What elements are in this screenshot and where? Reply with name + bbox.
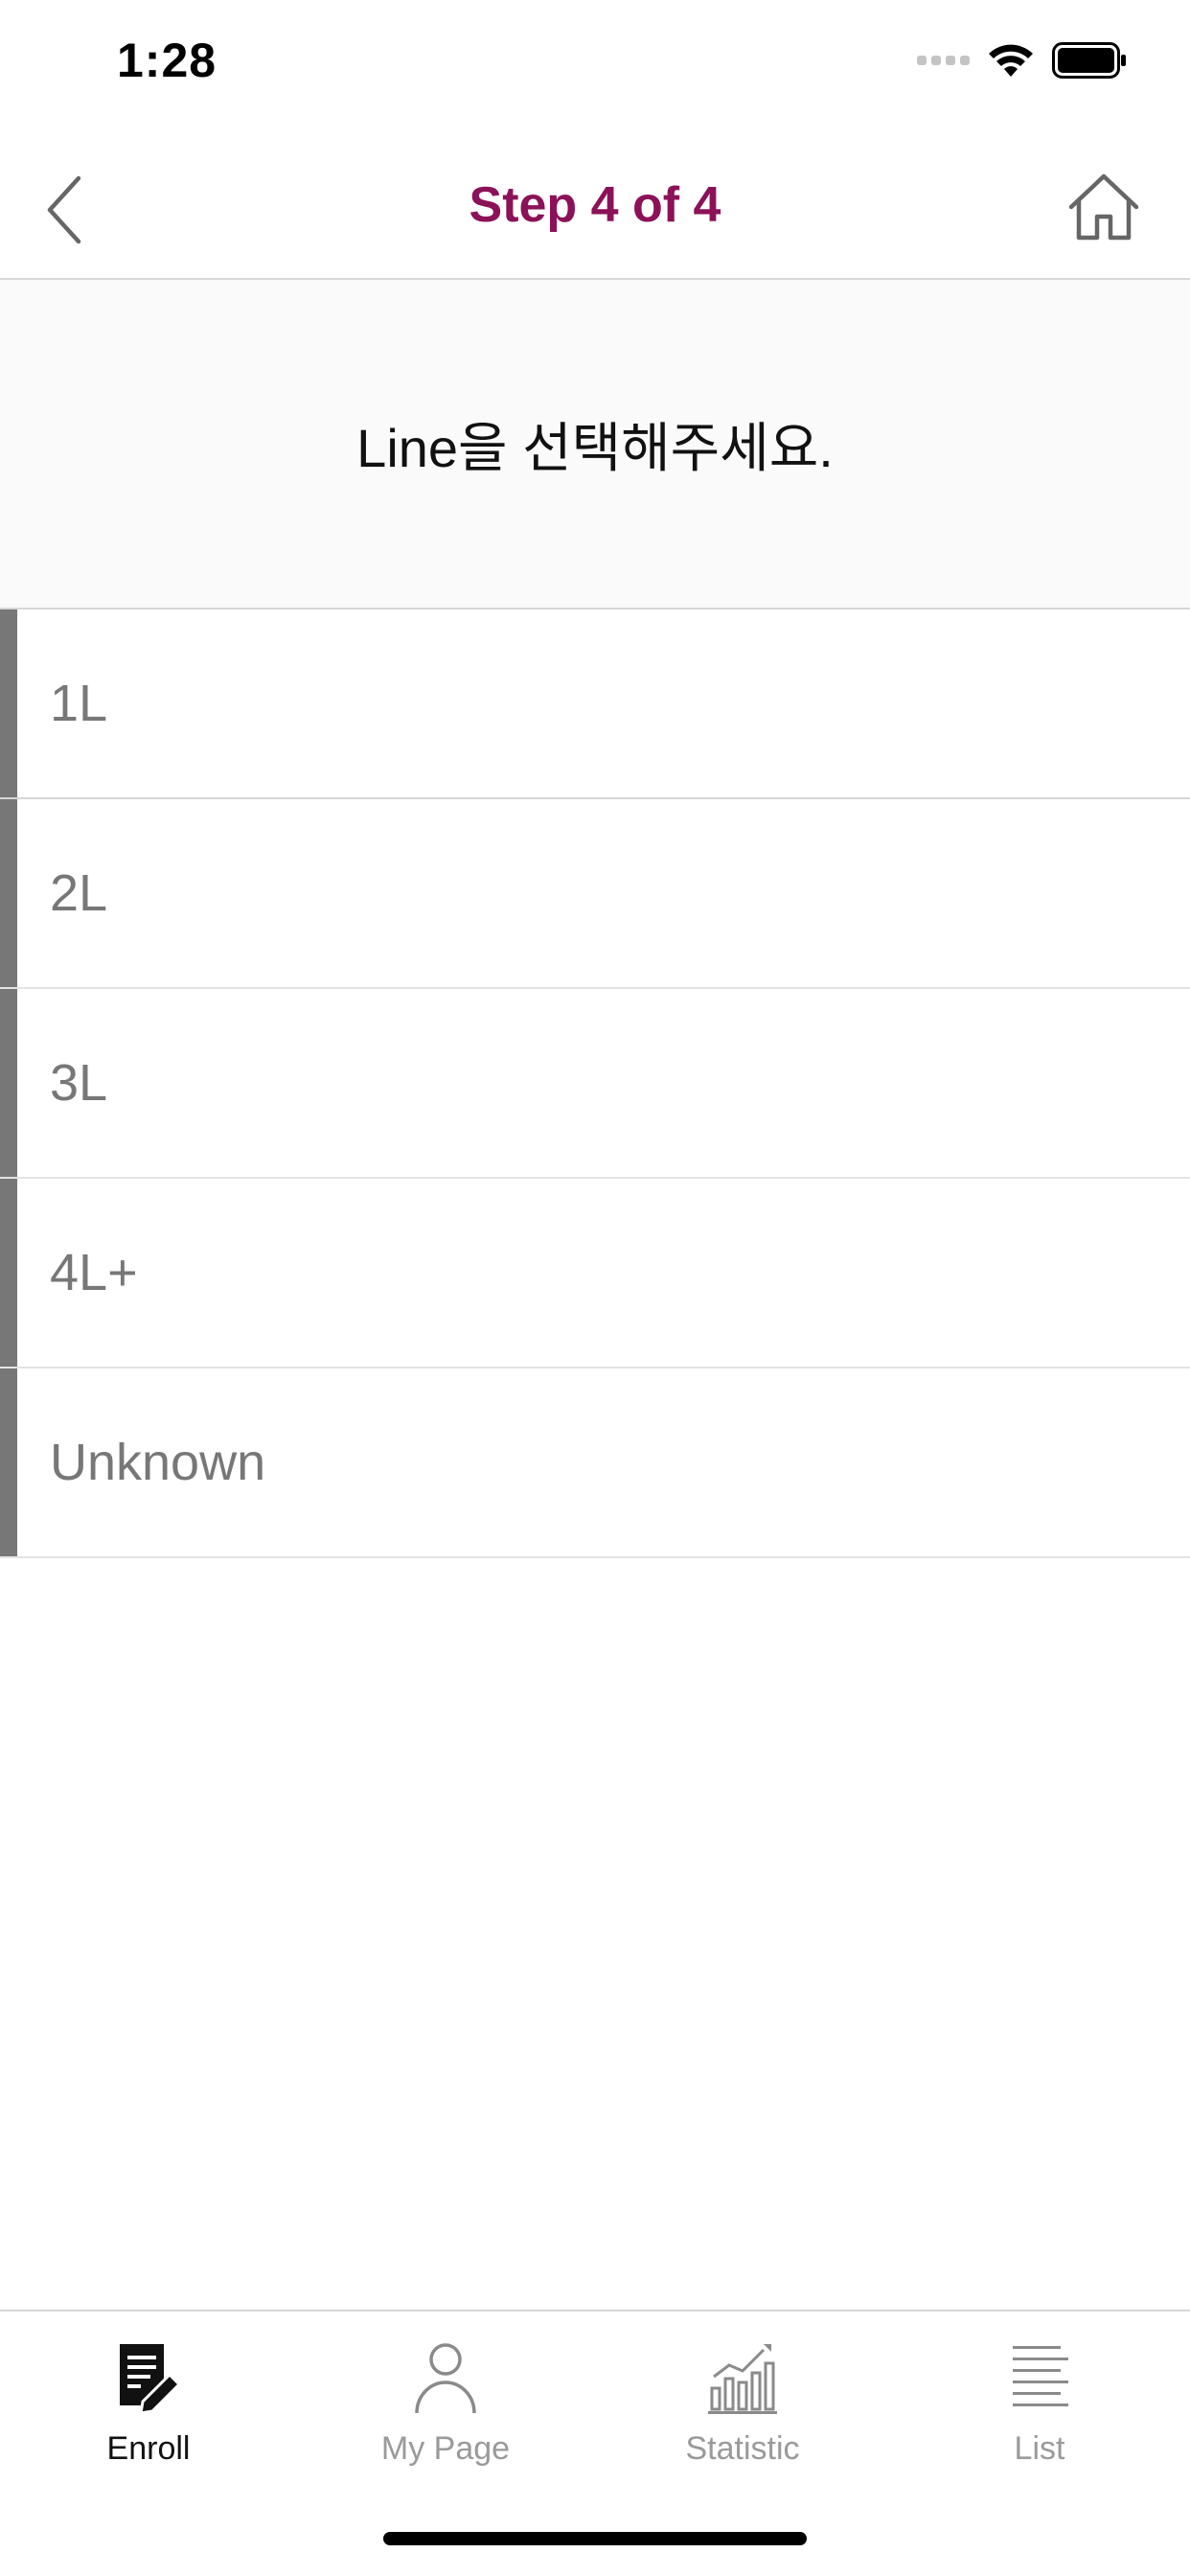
status-bar: 1:28 bbox=[0, 0, 1190, 126]
option-indicator-bar bbox=[0, 989, 17, 1177]
tab-list[interactable]: List bbox=[891, 2329, 1188, 2492]
page-title: Step 4 of 4 bbox=[469, 177, 721, 233]
prompt-area: Line을 선택해주세요. bbox=[0, 280, 1190, 610]
home-icon bbox=[1068, 173, 1139, 241]
option-2l[interactable]: 2L bbox=[0, 799, 1190, 989]
option-indicator-bar bbox=[0, 610, 17, 797]
option-indicator-bar bbox=[0, 1368, 17, 1556]
wifi-icon bbox=[987, 42, 1035, 79]
list-icon bbox=[1013, 2346, 1068, 2406]
person-icon bbox=[415, 2343, 476, 2414]
status-icons bbox=[917, 42, 1127, 79]
chart-icon bbox=[708, 2344, 777, 2414]
option-unknown[interactable]: Unknown bbox=[0, 1368, 1190, 1558]
tab-label: Statistic bbox=[685, 2430, 800, 2467]
line-options-list: 1L 2L 3L 4L+ Unknown bbox=[0, 610, 1190, 1558]
signal-icon bbox=[917, 56, 970, 65]
option-label: 2L bbox=[50, 864, 108, 922]
status-time: 1:28 bbox=[117, 34, 217, 87]
home-button[interactable] bbox=[1065, 169, 1142, 245]
tab-enroll[interactable]: Enroll bbox=[0, 2329, 297, 2492]
option-indicator-bar bbox=[0, 799, 17, 987]
nav-bar: Step 4 of 4 bbox=[0, 134, 1190, 280]
tab-statistic[interactable]: Statistic bbox=[594, 2329, 891, 2492]
option-label: Unknown bbox=[50, 1434, 266, 1491]
option-indicator-bar bbox=[0, 1179, 17, 1367]
option-1l[interactable]: 1L bbox=[0, 610, 1190, 799]
tab-label: My Page bbox=[380, 2430, 511, 2467]
home-indicator bbox=[383, 2532, 807, 2545]
enroll-icon bbox=[120, 2344, 182, 2415]
battery-icon bbox=[1052, 42, 1127, 79]
option-4l-plus[interactable]: 4L+ bbox=[0, 1179, 1190, 1368]
option-label: 3L bbox=[50, 1054, 108, 1112]
option-label: 1L bbox=[50, 675, 108, 732]
prompt-text: Line을 선택해주세요. bbox=[356, 417, 834, 478]
option-3l[interactable]: 3L bbox=[0, 989, 1190, 1179]
tab-label: List bbox=[1014, 2430, 1065, 2467]
tab-my-page[interactable]: My Page bbox=[297, 2329, 594, 2492]
tab-label: Enroll bbox=[106, 2430, 191, 2467]
option-label: 4L+ bbox=[50, 1244, 138, 1301]
